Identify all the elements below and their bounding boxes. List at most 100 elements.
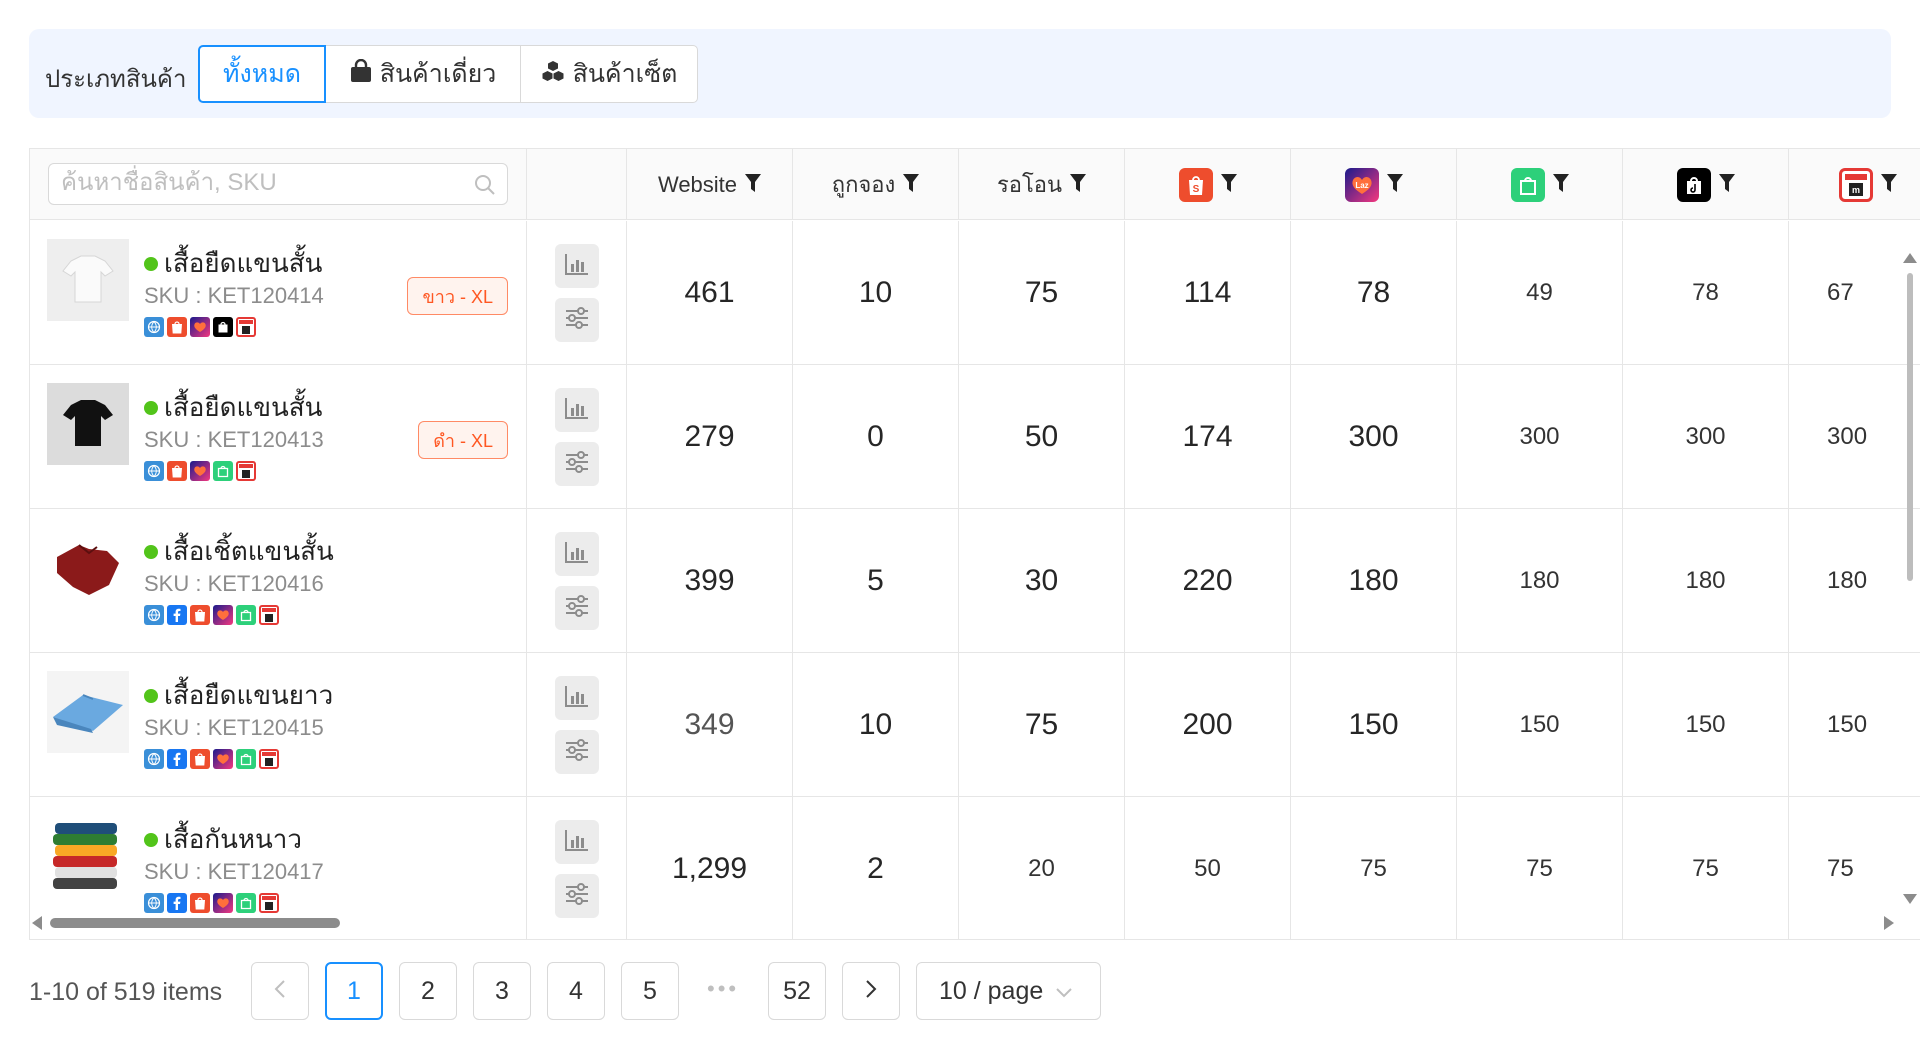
vertical-scroll-up[interactable] [1903,253,1917,263]
stock-adjust-button[interactable] [554,298,599,342]
tiktok-shop-stock-cell: 75 [1623,797,1789,939]
stock-adjust-button[interactable] [554,442,599,486]
stock-value: 75 [1360,855,1387,882]
product-thumbnail[interactable] [47,527,129,609]
page-button-4[interactable]: 4 [547,962,605,1020]
product-name[interactable]: เสื้อยืดแขนสั้น [144,387,322,428]
filter-icon[interactable] [1552,172,1569,198]
shopee-icon [190,893,210,913]
horizontal-scroll-left[interactable] [32,916,42,930]
product-thumbnail[interactable] [47,815,129,897]
product-name-text: เสื้อยืดแขนยาว [164,680,334,710]
tiktok-shop-stock-cell: 78 [1623,221,1789,365]
facebook-icon [167,749,187,769]
stock-value: 30 [1024,564,1059,597]
product-name[interactable]: เสื้อกันหนาว [144,819,302,860]
actions-cell [527,221,627,365]
product-thumbnail[interactable] [47,671,129,753]
prev-page-button[interactable] [251,962,309,1020]
website-stock-cell: 399 [627,509,793,653]
svg-text:Laz: Laz [1355,181,1368,190]
stock-adjust-button[interactable] [554,586,599,630]
svg-text:S: S [1192,184,1199,195]
horizontal-scrollbar[interactable] [50,918,340,928]
table-row: เสื้อยืดแขนยาว SKU : KET120415 349 10 75 200 1… [30,653,1920,797]
page-number: 1 [347,976,361,1005]
filter-option-all[interactable]: ทั้งหมด [198,45,326,103]
lazada-column-header: Laz [1291,149,1457,220]
bar-chart-icon [564,252,590,281]
stock-value: 49 [1526,279,1553,306]
makro-icon [259,893,279,913]
filter-option-single[interactable]: สินค้าเดี่ยว [325,45,521,103]
stock-report-button[interactable] [554,388,599,432]
stock-report-button[interactable] [554,532,599,576]
page-button-3[interactable]: 3 [473,962,531,1020]
product-cell: เสื้อยืดแขนสั้น SKU : KET120413 ดำ - XL [30,365,527,509]
line-shopping-stock-cell: 75 [1457,797,1623,939]
shopee-icon [167,461,187,481]
product-sku: SKU : KET120413 [144,427,324,452]
stock-adjust-button[interactable] [554,874,599,918]
filter-icon[interactable] [745,172,762,198]
stock-adjust-button[interactable] [554,730,599,774]
product-name[interactable]: เสื้อยืดแขนยาว [144,675,333,716]
pending-transfer-cell: 20 [959,797,1125,939]
lazada-icon [190,317,210,337]
next-page-button[interactable] [842,962,900,1020]
filter-icon[interactable] [1718,172,1735,198]
shopee-icon [167,317,187,337]
filter-icon[interactable] [1070,172,1087,198]
product-thumbnail[interactable] [47,383,129,465]
variant-badge: ขาว - XL [407,277,508,315]
tiktok-shop-column-header [1623,149,1789,220]
lazada-stock-cell: 78 [1291,221,1457,365]
website-column-header: Website [627,149,793,220]
page-button-2[interactable]: 2 [399,962,457,1020]
sales-channel-icons [144,317,256,337]
makro-stock-cell: 180 [1789,509,1920,653]
bar-chart-icon [564,828,590,857]
bar-chart-icon [564,684,590,713]
page-size-value: 10 / page [939,976,1044,1005]
table-row: เสื้อเชิ้ตแขนสั้น SKU : KET120416 399 5 30 22… [30,509,1920,653]
product-name-text: เสื้อเชิ้ตแขนสั้น [164,536,334,566]
filter-icon[interactable] [1881,172,1897,198]
lazada-icon [213,605,233,625]
makro-stock-cell: 150 [1789,653,1920,797]
stock-report-button[interactable] [554,676,599,720]
actions-cell [527,509,627,653]
product-thumbnail[interactable] [47,239,129,321]
search-icon[interactable] [473,173,497,203]
chevron-down-icon [1055,977,1073,1006]
product-name[interactable]: เสื้อยืดแขนสั้น [144,243,322,284]
page-button-5[interactable]: 5 [621,962,679,1020]
page-button-last[interactable]: 52 [768,962,826,1020]
lazada-stock-cell: 75 [1291,797,1457,939]
filter-icon[interactable] [1220,172,1237,198]
line-shopping-icon [236,749,256,769]
vertical-scrollbar[interactable] [1907,273,1913,581]
vertical-scroll-down[interactable] [1903,894,1917,904]
website-stock-cell: 1,299 [627,797,793,939]
sales-channel-icons [144,461,256,481]
horizontal-scroll-right[interactable] [1884,916,1894,930]
stock-value: 10 [858,708,893,741]
filter-icon[interactable] [1386,172,1403,198]
pagination-ellipsis[interactable]: ••• [707,976,739,1002]
filter-option-set[interactable]: สินค้าเซ็ต [520,45,698,103]
pending-transfer-cell: 75 [959,653,1125,797]
search-input[interactable] [61,164,461,202]
page-size-select[interactable]: 10 / page [916,962,1101,1020]
stock-report-button[interactable] [554,820,599,864]
stock-report-button[interactable] [554,244,599,288]
table-row: เสื้อยืดแขนสั้น SKU : KET120414 ขาว - XL 46… [30,221,1920,365]
product-name[interactable]: เสื้อเชิ้ตแขนสั้น [144,531,334,572]
makro-icon [259,749,279,769]
filter-icon[interactable] [903,172,920,198]
page-button-1[interactable]: 1 [325,962,383,1020]
reserved-cell: 0 [793,365,959,509]
product-cell: เสื้อยืดแขนสั้น SKU : KET120414 ขาว - XL [30,221,527,365]
stock-value: 78 [1356,276,1391,309]
page-number: 2 [421,976,435,1005]
